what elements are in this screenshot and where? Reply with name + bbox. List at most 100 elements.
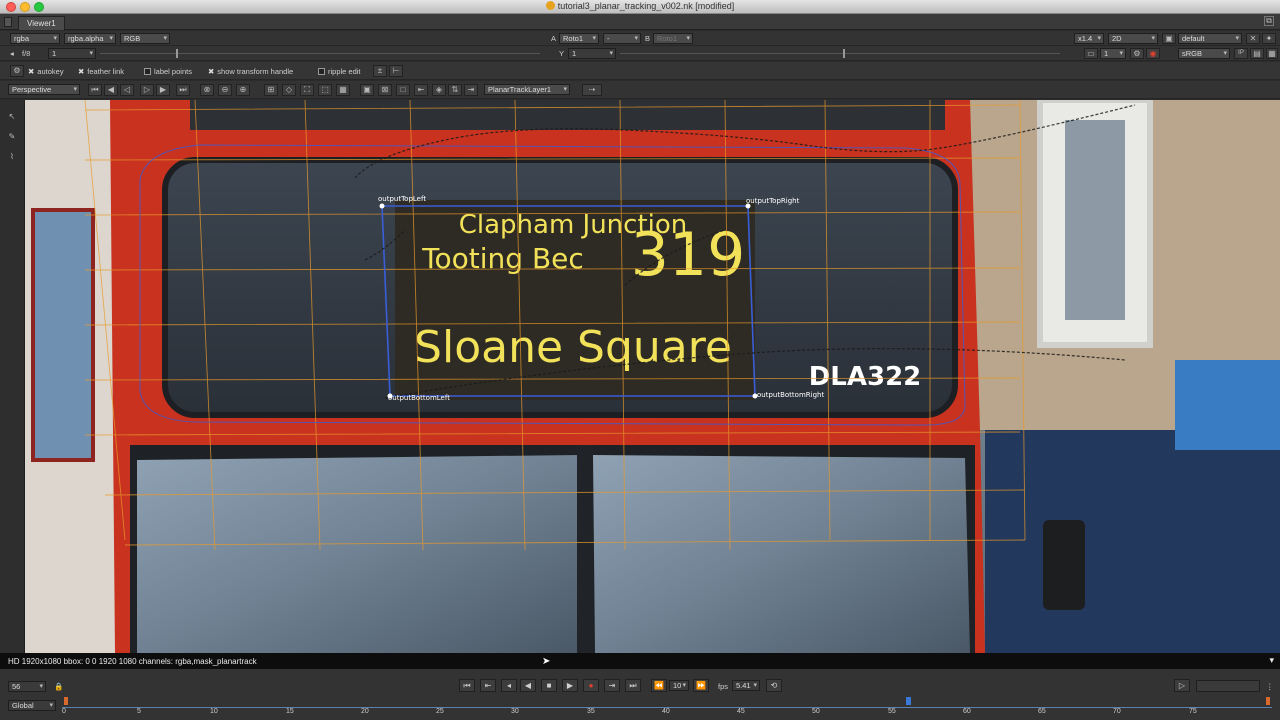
timeline-tick: 15 — [286, 708, 294, 715]
keyframe-icon[interactable]: ◈ — [432, 84, 446, 96]
clear-backward-icon[interactable]: ⊖ — [218, 84, 232, 96]
overlay-icon[interactable]: ▤ — [1250, 48, 1264, 59]
planar-track-layer-dropdown[interactable]: PlanarTrackLayer1 — [484, 84, 570, 95]
keyframe-prev-icon[interactable]: ⇤ — [414, 84, 428, 96]
ripple-edit-toggle[interactable]: ripple edit — [318, 67, 361, 76]
align-icon[interactable]: ▣ — [360, 84, 374, 96]
track-first-frame-icon[interactable]: ⏮ — [88, 84, 102, 96]
playhead[interactable] — [906, 697, 911, 705]
corner-pin-icon[interactable]: ⬚ — [318, 84, 332, 96]
prev-keyframe-icon[interactable]: ⇤ — [480, 679, 496, 692]
first-frame-icon[interactable]: ⏮ — [459, 679, 475, 692]
viewer-image[interactable]: Clapham Junction Tooting Bec 319 Sloane … — [25, 100, 1280, 653]
view-mode-dropdown[interactable]: 2D — [1108, 33, 1158, 44]
zoom-dropdown[interactable]: x1.4 — [1074, 33, 1104, 44]
brush-tool-icon[interactable]: ⌇ — [5, 152, 19, 164]
channels-dropdown[interactable]: rgba — [10, 33, 60, 44]
proxy-scale-dropdown[interactable]: 1 — [1100, 48, 1126, 59]
snap-icon[interactable]: ⊠ — [378, 84, 392, 96]
gamma-field[interactable]: 1 — [568, 48, 616, 59]
frame-icon[interactable]: □ — [396, 84, 410, 96]
play-forward-icon[interactable]: ▶ — [562, 679, 578, 692]
select-tool-icon[interactable]: ↖ — [5, 112, 19, 124]
float-panel-icon[interactable]: ⧉ — [1264, 16, 1274, 26]
settings-gear-icon[interactable]: ⚙ — [1130, 48, 1144, 59]
roto-settings-gear-icon[interactable]: ⚙ — [10, 65, 24, 77]
gain-slider-handle[interactable] — [176, 49, 178, 58]
frame-increment-field[interactable]: 10 — [669, 680, 689, 691]
pin-icon[interactable]: ✦ — [1262, 33, 1276, 44]
prev-frame-icon[interactable]: ◂ — [501, 679, 517, 692]
show-grid-icon[interactable]: ⛶ — [300, 84, 314, 96]
frame-range-dropdown[interactable]: Global — [8, 700, 56, 711]
layer-options-icon[interactable]: ⇢ — [582, 84, 602, 96]
current-frame-field[interactable]: 56 — [8, 681, 46, 692]
alpha-dropdown[interactable]: rgba.alpha — [64, 33, 116, 44]
wipe-icon[interactable]: ✕ — [1246, 33, 1260, 44]
gain-field[interactable]: 1 — [48, 48, 96, 59]
viewer-canvas[interactable]: Clapham Junction Tooting Bec 319 Sloane … — [25, 100, 1280, 653]
pause-update-icon[interactable]: ◉ — [1146, 48, 1160, 59]
gamma-slider[interactable] — [620, 53, 1060, 54]
skip-forward-icon[interactable]: ⏩ — [693, 679, 709, 692]
corner-label-bottom-right: outputBottomRight — [757, 391, 824, 399]
viewer-lut-dropdown[interactable]: default — [1178, 33, 1242, 44]
clear-track-icon[interactable]: ⊗ — [200, 84, 214, 96]
grid-icon[interactable]: ▦ — [336, 84, 350, 96]
tab-viewer1[interactable]: Viewer1 — [18, 16, 65, 30]
track-forward-frame-icon[interactable]: ▷ — [140, 84, 154, 96]
last-frame-icon[interactable]: ⏭ — [625, 679, 641, 692]
display-channel-dropdown[interactable]: RGB — [120, 33, 170, 44]
input-a-dropdown[interactable]: Roto1 — [559, 33, 599, 44]
tab-menu-icon[interactable] — [4, 17, 12, 27]
input-b-dropdown[interactable]: Roto1 — [653, 33, 693, 44]
viewer-perspective-dropdown[interactable]: Perspective — [8, 84, 80, 95]
loop-mode-icon[interactable]: ⟲ — [766, 679, 782, 692]
show-plane-icon[interactable]: ◇ — [282, 84, 296, 96]
window-title: tutorial3_planar_tracking_v002.nk [modif… — [0, 1, 1280, 11]
stop-icon[interactable]: ■ — [541, 679, 557, 692]
track-forward-icon[interactable]: ▶ — [156, 84, 170, 96]
roi-icon[interactable]: ▦ — [1266, 48, 1278, 59]
bezier-tool-icon[interactable]: ✎ — [5, 132, 19, 144]
next-keyframe-icon[interactable]: ⇥ — [604, 679, 620, 692]
timeline-menu-icon[interactable]: ⋮ — [1266, 682, 1274, 691]
flipbook-icon[interactable]: ▷ — [1174, 679, 1190, 692]
keyframe-next-icon[interactable]: ⇥ — [464, 84, 478, 96]
track-prev-icon[interactable]: ◀ — [104, 84, 118, 96]
track-last-frame-icon[interactable]: ⏭ — [176, 84, 190, 96]
record-icon[interactable]: ● — [583, 679, 599, 692]
colorspace-dropdown[interactable]: sRGB — [1178, 48, 1230, 59]
out-point-marker[interactable] — [1266, 697, 1270, 705]
correct-plane-icon[interactable]: ⊞ — [264, 84, 278, 96]
lock-icon[interactable]: 🔒 — [54, 682, 63, 691]
autokey-toggle[interactable]: ✖ autokey — [28, 67, 64, 76]
gamma-label: Y — [559, 49, 565, 58]
play-backward-icon[interactable]: ◀ — [520, 679, 536, 692]
keyframe-add-icon[interactable]: ⇅ — [448, 84, 462, 96]
audio-slider[interactable] — [1196, 680, 1260, 692]
in-point-marker[interactable] — [64, 697, 68, 705]
clear-forward-icon[interactable]: ⊕ — [236, 84, 250, 96]
proxy-icon[interactable]: ▭ — [1084, 48, 1098, 59]
corner-label-top-left: outputTopLeft — [378, 195, 426, 203]
corner-handle-top-left[interactable] — [379, 203, 385, 209]
gamma-slider-handle[interactable] — [843, 49, 845, 58]
bus-windscreen-right — [593, 455, 970, 653]
fstop-stepper-icon[interactable]: ◂ — [10, 49, 14, 58]
feather-link-toggle[interactable]: ✖ feather link — [78, 67, 124, 76]
add-keyframe-icon[interactable]: ± — [373, 65, 387, 77]
bus-windscreen-left — [137, 455, 585, 653]
windscreen-pillar — [577, 445, 593, 653]
info-expand-icon[interactable]: ▾ — [1269, 655, 1274, 666]
skip-back-icon[interactable]: ⏪ — [651, 679, 667, 692]
delete-keyframe-icon[interactable]: ⊢ — [389, 65, 403, 77]
fps-field[interactable]: 5.41 — [732, 680, 760, 691]
show-transform-handle-toggle[interactable]: ✖ show transform handle — [208, 67, 293, 76]
input-process-icon[interactable]: IP — [1234, 48, 1248, 59]
compare-mode-dropdown[interactable]: - — [603, 33, 641, 44]
gain-slider[interactable] — [100, 53, 540, 54]
label-points-toggle[interactable]: label points — [144, 67, 192, 76]
image-icon[interactable]: ▣ — [1162, 33, 1176, 44]
track-backward-frame-icon[interactable]: ◁ — [120, 84, 134, 96]
